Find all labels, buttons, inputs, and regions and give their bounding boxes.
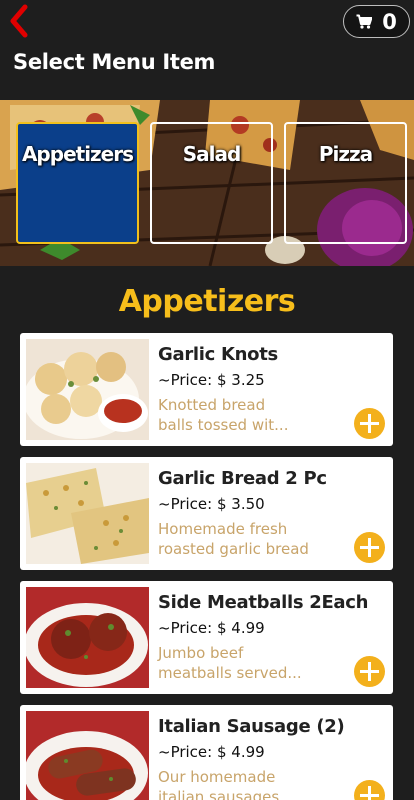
add-item-button[interactable] [354, 656, 385, 687]
italian-sausage-image [26, 711, 149, 800]
cart-count: 0 [382, 9, 397, 34]
item-price: ~Price: $ 3.25 [158, 371, 265, 389]
item-name: Italian Sausage (2) [158, 716, 345, 737]
item-description-line: Homemade fresh [158, 520, 288, 538]
side-meatballs-image [26, 587, 149, 688]
category-banner: Appetizers Salad Pizza [0, 100, 414, 266]
back-button[interactable] [6, 4, 36, 38]
item-name: Side Meatballs 2Each [158, 592, 369, 613]
category-label: Pizza [318, 142, 373, 166]
item-description-line: balls tossed wit... [158, 416, 289, 434]
item-price: ~Price: $ 3.50 [158, 495, 265, 513]
section-heading: Appetizers [118, 284, 296, 319]
add-item-button[interactable] [354, 780, 385, 800]
category-tile-appetizers[interactable]: Appetizers [16, 122, 139, 244]
garlic-knots-image [26, 339, 149, 440]
add-item-button[interactable] [354, 532, 385, 563]
category-label: Salad [182, 142, 242, 166]
item-price: ~Price: $ 4.99 [158, 743, 265, 761]
category-label: Appetizers [21, 142, 134, 166]
shopping-cart-icon [356, 14, 373, 29]
menu-item-card[interactable]: Side Meatballs 2Each ~Price: $ 4.99 Jumb… [20, 581, 393, 694]
item-description-line: Our homemade [158, 768, 276, 786]
category-tile-pizza[interactable]: Pizza [284, 122, 407, 244]
item-description-line: Knotted bread [158, 396, 266, 414]
menu-item-card[interactable]: Italian Sausage (2) ~Price: $ 4.99 Our h… [20, 705, 393, 800]
cart-button[interactable]: 0 [343, 5, 410, 38]
item-name: Garlic Knots [158, 344, 278, 365]
menu-item-list: Garlic Knots ~Price: $ 3.25 Knotted brea… [20, 333, 393, 800]
item-description: Jumbo beef meatballs served... [158, 643, 318, 683]
item-description-line: meatballs served... [158, 664, 302, 682]
item-description-line: Jumbo beef [158, 644, 244, 662]
add-item-button[interactable] [354, 408, 385, 439]
page-title: Select Menu Item [13, 50, 216, 74]
menu-item-card[interactable]: Garlic Bread 2 Pc ~Price: $ 3.50 Homemad… [20, 457, 393, 570]
category-tile-salad[interactable]: Salad [150, 122, 273, 244]
top-bar: 0 [0, 0, 414, 44]
item-description: Knotted bread balls tossed wit... [158, 395, 318, 435]
item-description-line: italian sausages [158, 788, 280, 800]
chevron-left-icon [10, 4, 28, 38]
item-description: Our homemade italian sausages [158, 767, 318, 800]
item-description-line: roasted garlic bread [158, 540, 309, 558]
item-name: Garlic Bread 2 Pc [158, 468, 327, 489]
menu-item-card[interactable]: Garlic Knots ~Price: $ 3.25 Knotted brea… [20, 333, 393, 446]
garlic-bread-image [26, 463, 149, 564]
item-price: ~Price: $ 4.99 [158, 619, 265, 637]
item-description: Homemade fresh roasted garlic bread [158, 519, 318, 559]
